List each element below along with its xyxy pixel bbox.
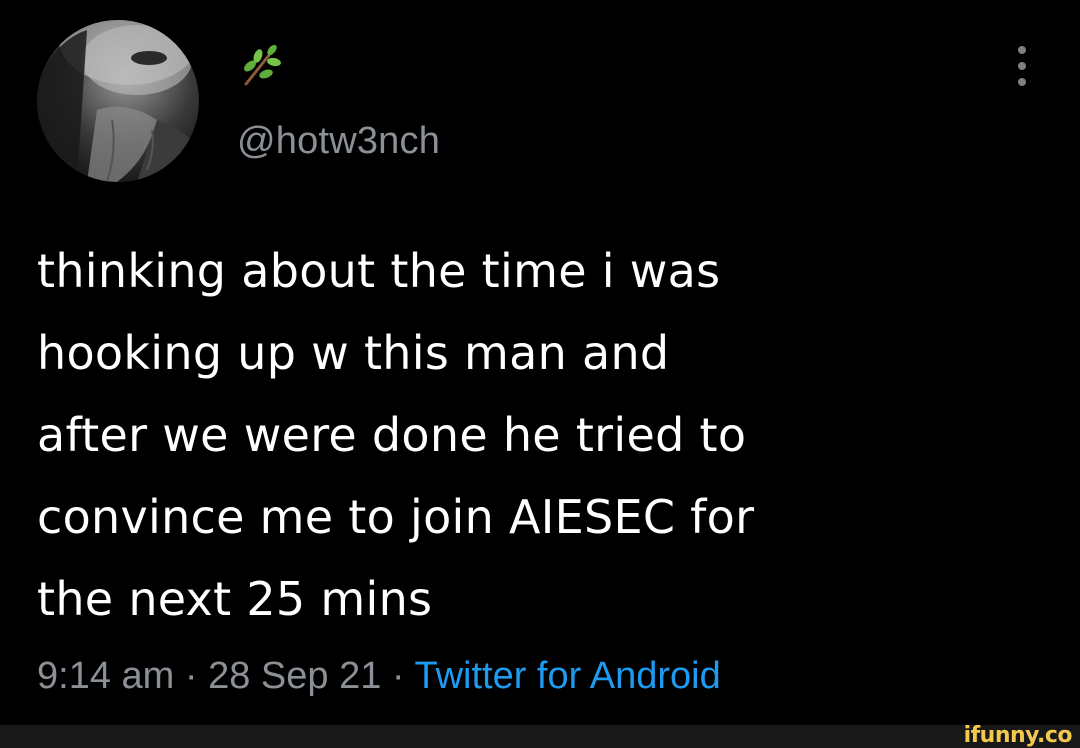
more-vertical-icon [1018,46,1026,54]
tweet-date[interactable]: 28 Sep 21 [208,655,381,697]
tweet-card: @hotw3nch thinking about the time i was … [0,0,1080,725]
avatar[interactable] [37,20,199,182]
more-vertical-icon-dot [1018,78,1026,86]
meta-separator: · [174,655,209,697]
more-vertical-icon-dot [1018,62,1026,70]
tweet-source-link[interactable]: Twitter for Android [414,655,720,697]
watermark-bar [0,725,1080,748]
more-options-button[interactable] [1008,46,1036,90]
herb-emoji-icon [236,42,284,90]
user-handle[interactable]: @hotw3nch [237,118,440,164]
tweet-time[interactable]: 9:14 am [37,655,174,697]
meta-separator: · [381,655,415,697]
tweet-metadata: 9:14 am · 28 Sep 21 · Twitter for Androi… [37,652,721,700]
watermark-logo: ifunny.co [963,723,1073,748]
tweet-text: thinking about the time i was hooking up… [37,244,755,626]
avatar-photo [37,20,199,182]
